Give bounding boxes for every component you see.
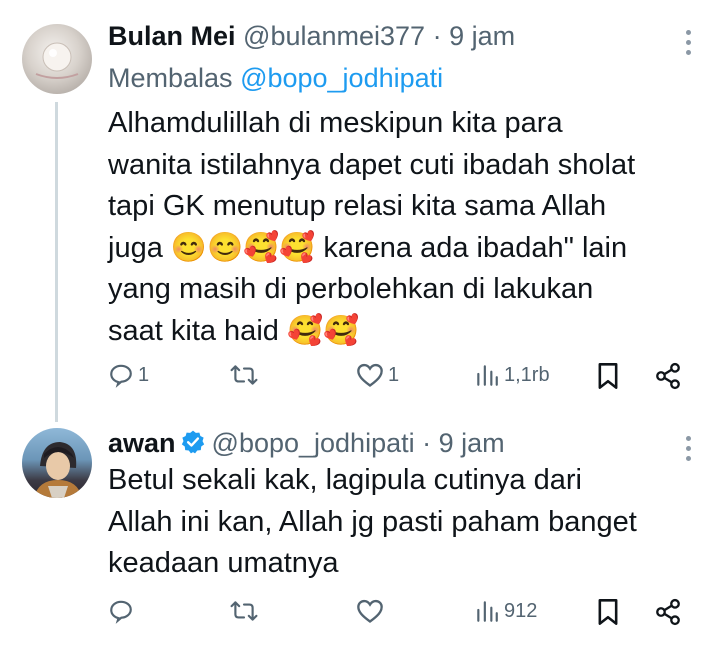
separator-dot: ·: [432, 21, 442, 51]
pearl-logo-icon: [35, 42, 79, 79]
bookmark-button[interactable]: [596, 598, 620, 626]
tweet-bulan-mei[interactable]: Bulan Mei @bulanmei377 · 9 jam Membalas …: [0, 0, 720, 422]
tweet-text: Alhamdulillah di meskipun kita para wani…: [108, 107, 636, 347]
view-count: 912: [504, 599, 538, 622]
avatar[interactable]: [22, 24, 92, 94]
view-count: 1,1rb: [504, 363, 550, 386]
bookmark-icon: [598, 599, 618, 625]
action-bar: 1 1 1,1rb: [108, 362, 688, 396]
views-button[interactable]: 1,1rb: [474, 362, 550, 388]
reply-button[interactable]: [108, 598, 138, 624]
heart-icon: [357, 599, 383, 623]
reply-icon: [110, 600, 132, 624]
bookmark-icon: [598, 363, 618, 389]
views-icon: [477, 365, 498, 386]
reply-button[interactable]: 1: [108, 362, 149, 388]
reply-icon: [110, 364, 132, 388]
timestamp[interactable]: 9 jam: [439, 428, 505, 458]
share-icon: [656, 362, 680, 390]
display-name[interactable]: Bulan Mei: [108, 21, 236, 51]
share-icon: [656, 598, 680, 626]
replying-to: Membalas @bopo_jodhipati: [108, 62, 443, 94]
verified-badge-icon: [181, 430, 204, 454]
tweet-header: awan @bopo_jodhipati · 9 jam: [108, 427, 505, 459]
heart-icon: [357, 363, 383, 387]
like-button[interactable]: [356, 598, 388, 624]
thread-line: [55, 102, 58, 422]
repost-button[interactable]: [230, 362, 262, 388]
user-handle[interactable]: @bopo_jodhipati: [212, 428, 415, 458]
repost-icon: [230, 365, 258, 385]
repost-button[interactable]: [230, 598, 262, 624]
avatar[interactable]: [22, 428, 92, 498]
more-options-icon[interactable]: [684, 30, 692, 60]
like-count: 1: [388, 363, 400, 386]
tweet-text: Betul sekali kak, lagipula cutinya dari …: [108, 464, 637, 579]
timestamp[interactable]: 9 jam: [449, 21, 515, 51]
anime-character-avatar-icon: [34, 442, 82, 498]
views-icon: [477, 601, 498, 622]
tweet-header: Bulan Mei @bulanmei377 · 9 jam: [108, 20, 515, 52]
views-button[interactable]: 912: [474, 598, 537, 624]
share-button[interactable]: [654, 362, 682, 390]
display-name[interactable]: awan: [108, 428, 176, 458]
tweet-awan[interactable]: awan @bopo_jodhipati · 9 jam Betul sekali…: [0, 420, 720, 647]
like-button[interactable]: 1: [356, 362, 399, 388]
separator-dot: ·: [422, 428, 432, 458]
user-handle[interactable]: @bulanmei377: [243, 21, 425, 51]
replying-to-label: Membalas: [108, 63, 233, 93]
reply-count: 1: [138, 363, 150, 386]
repost-icon: [230, 601, 258, 621]
action-bar: 912: [108, 598, 688, 632]
share-button[interactable]: [654, 598, 682, 626]
bookmark-button[interactable]: [596, 362, 620, 390]
replying-to-handle[interactable]: @bopo_jodhipati: [240, 63, 443, 93]
